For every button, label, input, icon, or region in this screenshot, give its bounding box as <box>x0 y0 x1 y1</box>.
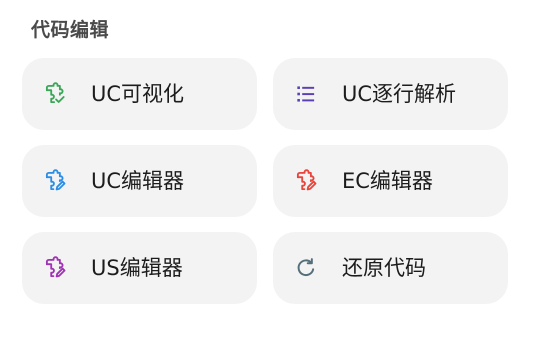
uc-editor-label: UC编辑器 <box>91 169 185 193</box>
code-edit-grid: UC可视化 UC逐行解析 UC编辑器 EC编辑器 US编辑器 还原代码 <box>22 58 508 304</box>
puzzle-edit-icon <box>292 167 320 195</box>
list-icon <box>292 80 320 108</box>
puzzle-check-icon <box>41 80 69 108</box>
uc-visualize-label: UC可视化 <box>91 82 185 106</box>
restore-code-button[interactable]: 还原代码 <box>273 232 508 304</box>
ec-editor-button[interactable]: EC编辑器 <box>273 145 508 217</box>
puzzle-edit-icon <box>41 254 69 282</box>
us-editor-label: US编辑器 <box>91 256 183 280</box>
uc-line-parse-button[interactable]: UC逐行解析 <box>273 58 508 130</box>
code-edit-panel: 代码编辑 UC可视化 UC逐行解析 UC编辑器 EC编辑器 US编辑器 还原代码 <box>0 0 533 338</box>
restore-code-label: 还原代码 <box>342 256 426 280</box>
us-editor-button[interactable]: US编辑器 <box>22 232 257 304</box>
puzzle-edit-icon <box>41 167 69 195</box>
uc-visualize-button[interactable]: UC可视化 <box>22 58 257 130</box>
ec-editor-label: EC编辑器 <box>342 169 433 193</box>
uc-line-parse-label: UC逐行解析 <box>342 82 457 106</box>
section-title: 代码编辑 <box>31 19 110 41</box>
refresh-icon <box>292 254 320 282</box>
uc-editor-button[interactable]: UC编辑器 <box>22 145 257 217</box>
